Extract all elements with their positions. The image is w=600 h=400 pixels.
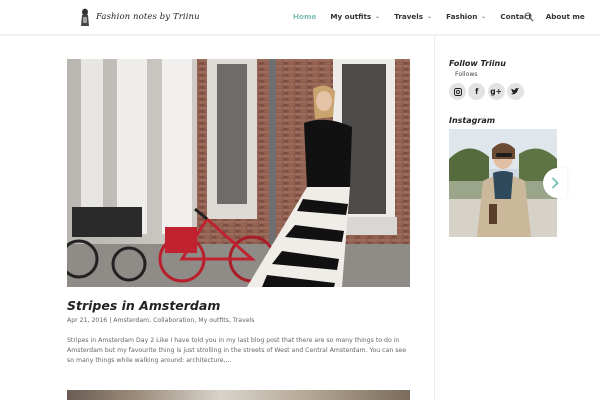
post-date: Apr 21, 2016 (67, 317, 108, 324)
post-title[interactable]: Stripes in Amsterdam (67, 298, 220, 313)
chevron-right-icon (551, 177, 559, 189)
post-featured-image[interactable] (67, 59, 410, 287)
carousel-next-button[interactable] (543, 168, 567, 198)
google-plus-icon[interactable]: g+ (487, 83, 505, 100)
nav-item-label: My outfits (330, 12, 372, 21)
nav-item-label: Travels (394, 12, 424, 21)
category-link-my-outfits[interactable]: My outfits (198, 317, 229, 324)
main-nav: Home My outfits ⌄ Travels ⌄ Fashion ⌄ Co… (293, 12, 599, 21)
sidebar-divider (434, 35, 435, 400)
instagram-photo-image (449, 129, 557, 237)
search-icon[interactable] (524, 12, 534, 22)
site-header: Fashion notes by Triinu Home My outfits … (0, 0, 600, 35)
chevron-down-icon: ⌄ (426, 13, 433, 20)
next-post-image[interactable] (67, 390, 410, 400)
post-excerpt: Stripes in Amsterdam Day 2 Like I have t… (67, 337, 407, 364)
nav-item-my-outfits[interactable]: My outfits ⌄ (330, 12, 381, 21)
instagram-widget-title: Instagram (449, 116, 496, 125)
nav-item-home[interactable]: Home (293, 12, 316, 21)
post-meta: Apr 21, 2016 | Amsterdam, Collaboration,… (67, 317, 255, 324)
follow-widget-title: Follow Triinu (449, 59, 506, 68)
category-link-collaboration[interactable]: Collaboration (153, 317, 194, 324)
instagram-icon[interactable] (449, 83, 466, 100)
category-link-amsterdam[interactable]: Amsterdam (113, 317, 149, 324)
follows-label: Follows (455, 71, 478, 78)
nav-item-label: About me (545, 12, 585, 21)
nav-item-about-me[interactable]: About me (546, 12, 585, 21)
chevron-down-icon: ⌄ (480, 13, 488, 20)
nav-item-travels[interactable]: Travels ⌄ (394, 12, 433, 21)
instagram-photo[interactable] (449, 129, 557, 237)
meta-separator: | (109, 317, 112, 324)
facebook-icon[interactable]: f (468, 83, 486, 100)
category-link-travels[interactable]: Travels (233, 317, 255, 324)
social-links: f g+ (449, 83, 526, 100)
nav-item-label: Home (293, 12, 317, 21)
post-photo (67, 59, 410, 287)
twitter-icon[interactable] (506, 83, 524, 100)
chevron-down-icon: ⌄ (374, 13, 381, 20)
nav-item-label: Fashion (446, 12, 478, 21)
logo-text: Fashion notes by Triinu (96, 12, 200, 22)
nav-item-fashion[interactable]: Fashion ⌄ (446, 12, 488, 21)
site-logo[interactable]: Fashion notes by Triinu (79, 7, 200, 27)
logo-figure-icon (81, 8, 89, 26)
